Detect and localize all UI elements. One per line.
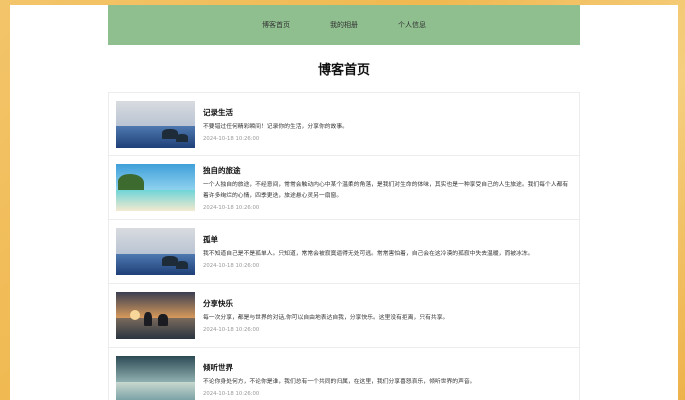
post-title[interactable]: 独自的旅途 — [203, 165, 571, 176]
nav-item-album[interactable]: 我的相册 — [330, 20, 358, 30]
list-item[interactable]: 独自的旅途 一个人独自的旅途，不经意间，常常会触动内心中某个温柔的角落，是我们对… — [108, 156, 580, 220]
list-item[interactable]: 分享快乐 每一次分享，都是与世界的对话,你可以自由地表达自我，分享快乐。这里没有… — [108, 284, 580, 348]
post-thumbnail[interactable] — [116, 228, 195, 275]
post-title[interactable]: 记录生活 — [203, 107, 571, 118]
list-item[interactable]: 倾听世界 不论你身处何方，不论你是谁，我们总有一个共同的归属，在这里，我们分享喜… — [108, 348, 580, 400]
post-thumbnail[interactable] — [116, 164, 195, 211]
post-date: 2024-10-18 10:26:00 — [203, 391, 260, 397]
post-excerpt: 我不知道自己是不是孤单人。只知道，常常会被寂寞逼得无处可逃。常常害怕着，自己会在… — [203, 251, 534, 257]
post-title[interactable]: 孤单 — [203, 234, 571, 245]
post-excerpt: 一个人独自的旅途，不经意间，常常会触动内心中某个温柔的角落，是我们对生命的体味，… — [203, 181, 569, 199]
blog-page: 博客首页 我的相册 个人信息 博客首页 记录生活 不要错过任何精彩瞬间！记录你的… — [108, 5, 580, 400]
list-item[interactable]: 孤单 我不知道自己是不是孤单人。只知道，常常会被寂寞逼得无处可逃。常常害怕着，自… — [108, 220, 580, 284]
post-thumbnail[interactable] — [116, 100, 195, 148]
list-item[interactable]: 记录生活 不要错过任何精彩瞬间！记录你的生活，分享你的故事。 2024-10-1… — [108, 92, 580, 156]
post-title[interactable]: 倾听世界 — [203, 362, 571, 373]
post-excerpt: 不要错过任何精彩瞬间！记录你的生活，分享你的故事。 — [203, 123, 348, 130]
nav-item-home[interactable]: 博客首页 — [262, 20, 290, 30]
post-excerpt: 每一次分享，都是与世界的对话,你可以自由地表达自我，分享快乐。这里没有拒离，只有… — [203, 315, 449, 321]
top-nav: 博客首页 我的相册 个人信息 — [108, 5, 580, 45]
post-thumbnail[interactable] — [116, 292, 195, 339]
post-excerpt: 不论你身处何方，不论你是谁，我们总有一个共同的归属，在这里，我们分享喜怒哀乐，倾… — [203, 379, 476, 385]
nav-item-profile[interactable]: 个人信息 — [398, 20, 426, 30]
page-title: 博客首页 — [317, 63, 370, 78]
post-date: 2024-10-18 10:26:00 — [203, 327, 260, 333]
post-date: 2024-10-18 10:26:00 — [203, 263, 260, 269]
post-date: 2024-10-18 10:26:00 — [203, 135, 260, 142]
post-date: 2024-10-18 10:26:00 — [203, 204, 260, 211]
post-list: 记录生活 不要错过任何精彩瞬间！记录你的生活，分享你的故事。 2024-10-1… — [108, 92, 580, 400]
post-thumbnail[interactable] — [116, 356, 195, 400]
post-title[interactable]: 分享快乐 — [203, 298, 571, 309]
